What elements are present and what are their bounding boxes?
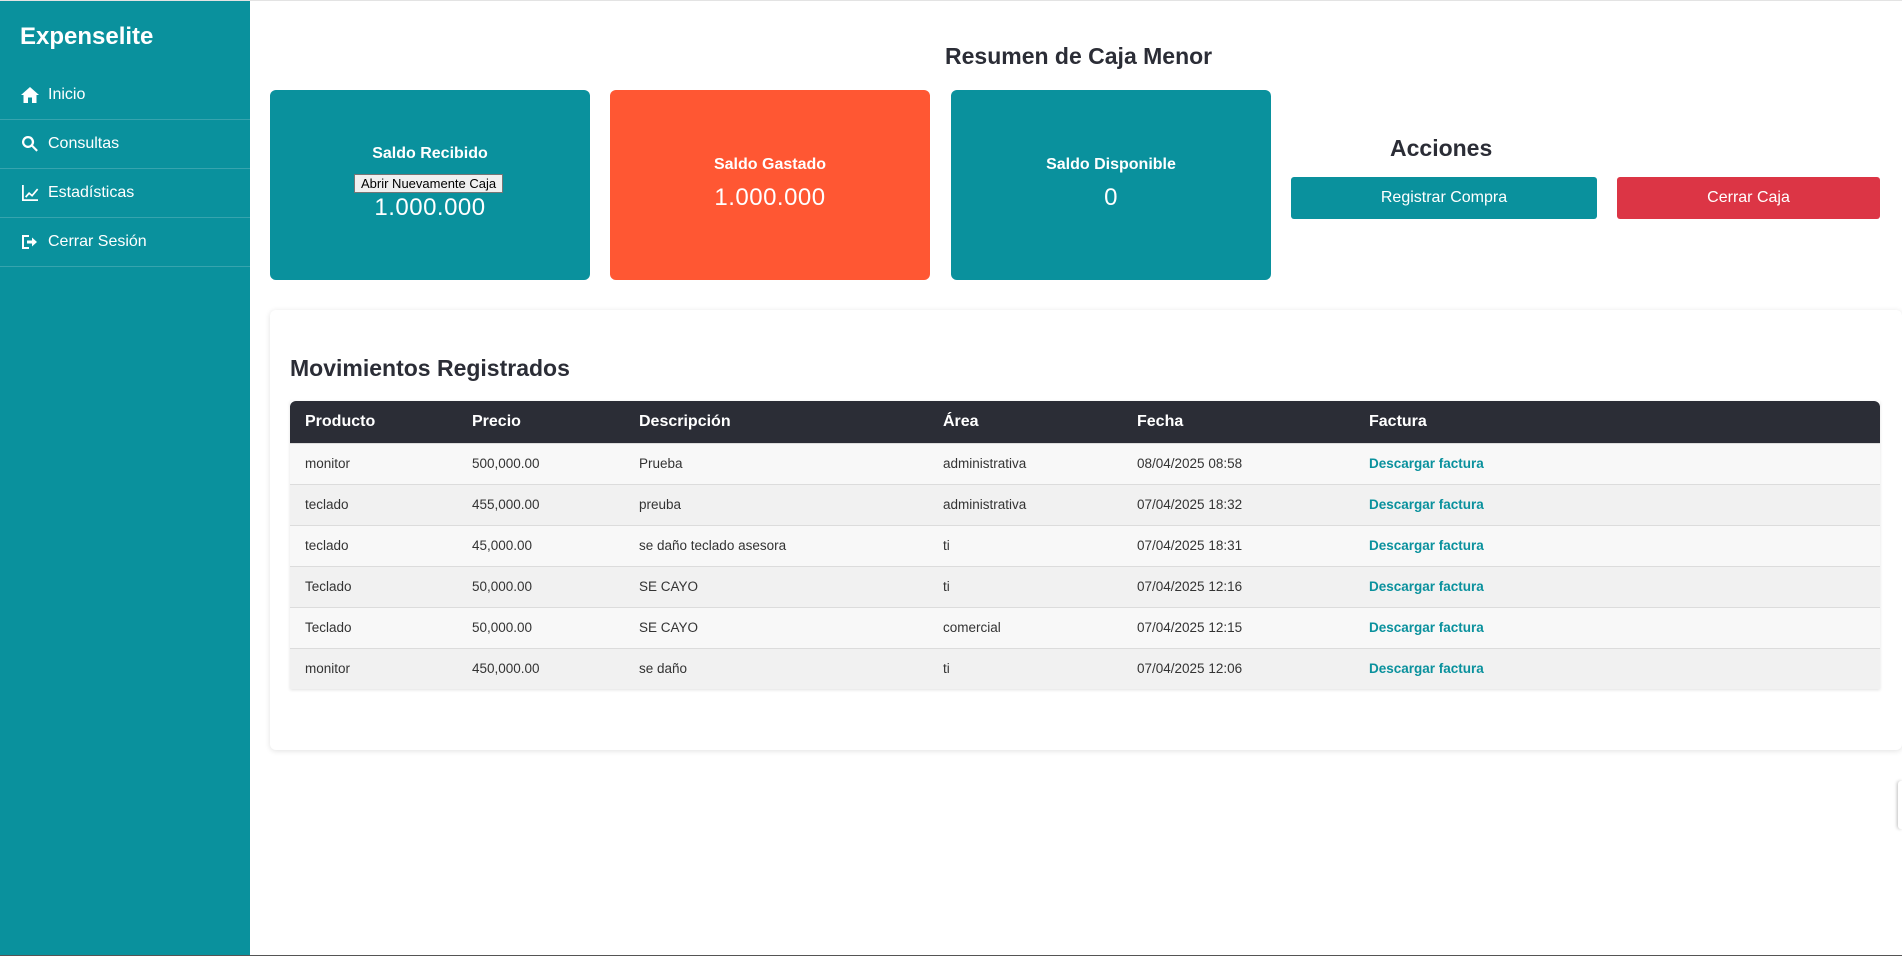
column-header-fecha: Fecha [1122,401,1354,443]
table-row: Teclado 50,000.00 SE CAYO ti 07/04/2025 … [290,565,1880,607]
download-invoice-link[interactable]: Descargar factura [1369,661,1484,676]
cell-factura: Descargar factura [1354,647,1880,689]
sidebar-item-consultas[interactable]: Consultas [0,120,250,169]
cell-descripcion: Prueba [624,442,928,484]
table-header: Producto Precio Descripción Área Fecha F… [290,401,1880,443]
actions-title: Acciones [1390,135,1493,161]
cell-producto: teclado [290,524,457,566]
card-title: Saldo Disponible [1046,156,1176,173]
sidebar: Expenselite Inicio Consultas Estadística… [0,1,250,955]
cell-descripcion: SE CAYO [624,606,928,648]
download-invoice-link[interactable]: Descargar factura [1369,620,1484,635]
table-row: teclado 455,000.00 preuba administrativa… [290,483,1880,525]
cell-area: ti [928,647,1122,689]
cell-factura: Descargar factura [1354,483,1880,525]
cell-factura: Descargar factura [1354,524,1880,566]
cell-area: ti [928,524,1122,566]
cell-producto: Teclado [290,565,457,607]
cell-factura: Descargar factura [1354,565,1880,607]
cell-producto: teclado [290,483,457,525]
card-title: Saldo Gastado [713,156,827,173]
cell-factura: Descargar factura [1354,606,1880,648]
cell-area: ti [928,565,1122,607]
sidebar-item-label: Consultas [48,135,120,152]
cell-precio: 50,000.00 [457,565,624,607]
side-handle[interactable] [1898,781,1902,829]
sidebar-item-inicio[interactable]: Inicio [0,71,250,120]
cell-producto: monitor [290,442,457,484]
cell-fecha: 07/04/2025 12:16 [1122,565,1354,607]
cell-fecha: 07/04/2025 12:06 [1122,647,1354,689]
cell-producto: Teclado [290,606,457,648]
app-root: Expenselite Inicio Consultas Estadística… [0,0,1902,956]
cell-precio: 50,000.00 [457,606,624,648]
download-invoice-link[interactable]: Descargar factura [1369,538,1484,553]
column-header-area: Área [928,401,1122,443]
cell-factura: Descargar factura [1354,442,1880,484]
card-saldo-recibido: Saldo Recibido Abrir Nuevamente Caja 1.0… [270,90,590,280]
cell-area: administrativa [928,483,1122,525]
download-invoice-link[interactable]: Descargar factura [1369,579,1484,594]
brand-logo: Expenselite [20,23,154,50]
cell-producto: monitor [290,647,457,689]
card-value: 0 [1104,184,1118,211]
home-icon [21,87,39,103]
cell-area: comercial [928,606,1122,648]
main-content: Resumen de Caja Menor Saldo Recibido Abr… [250,1,1902,955]
cell-precio: 455,000.00 [457,483,624,525]
tooltip: Abrir Nuevamente Caja [354,174,504,193]
sign-out-icon [22,235,37,249]
cell-area: administrativa [928,442,1122,484]
card-title: Saldo Recibido [372,145,488,162]
download-invoice-link[interactable]: Descargar factura [1369,497,1484,512]
cell-fecha: 07/04/2025 12:15 [1122,606,1354,648]
card-saldo-disponible: Saldo Disponible 0 [951,90,1271,280]
search-icon [22,135,38,152]
column-header-precio: Precio [457,401,624,443]
cell-precio: 500,000.00 [457,442,624,484]
card-value: 1.000.000 [374,194,486,221]
cell-fecha: 07/04/2025 18:31 [1122,524,1354,566]
table-row: monitor 450,000.00 se daño ti 07/04/2025… [290,647,1880,689]
sidebar-item-cerrar-sesion[interactable]: Cerrar Sesión [0,218,250,267]
cell-descripcion: se daño teclado asesora [624,524,928,566]
register-purchase-button[interactable]: Registrar Compra [1291,177,1597,219]
download-invoice-link[interactable]: Descargar factura [1369,456,1484,471]
table-body: monitor 500,000.00 Prueba administrativa… [290,442,1880,689]
cell-precio: 450,000.00 [457,647,624,689]
line-chart-icon [22,185,39,201]
sidebar-item-label: Cerrar Sesión [48,233,147,250]
cell-fecha: 08/04/2025 08:58 [1122,442,1354,484]
cell-precio: 45,000.00 [457,524,624,566]
cell-descripcion: se daño [624,647,928,689]
table-row: monitor 500,000.00 Prueba administrativa… [290,442,1880,484]
cell-descripcion: preuba [624,483,928,525]
sidebar-item-estadisticas[interactable]: Estadísticas [0,169,250,218]
movements-title: Movimientos Registrados [290,355,570,381]
sidebar-item-label: Estadísticas [48,184,135,201]
table-row: Teclado 50,000.00 SE CAYO comercial 07/0… [290,606,1880,648]
card-saldo-gastado: Saldo Gastado 1.000.000 [610,90,930,280]
movements-table: Producto Precio Descripción Área Fecha F… [290,401,1880,689]
column-header-producto: Producto [290,401,457,443]
movements-panel: Movimientos Registrados Producto Precio … [270,310,1902,750]
column-header-descripcion: Descripción [624,401,928,443]
close-cash-button[interactable]: Cerrar Caja [1617,177,1880,219]
table-row: teclado 45,000.00 se daño teclado asesor… [290,524,1880,566]
card-value: 1.000.000 [714,184,826,211]
column-header-factura: Factura [1354,401,1880,443]
cell-fecha: 07/04/2025 18:32 [1122,483,1354,525]
sidebar-item-label: Inicio [48,86,86,103]
cell-descripcion: SE CAYO [624,565,928,607]
